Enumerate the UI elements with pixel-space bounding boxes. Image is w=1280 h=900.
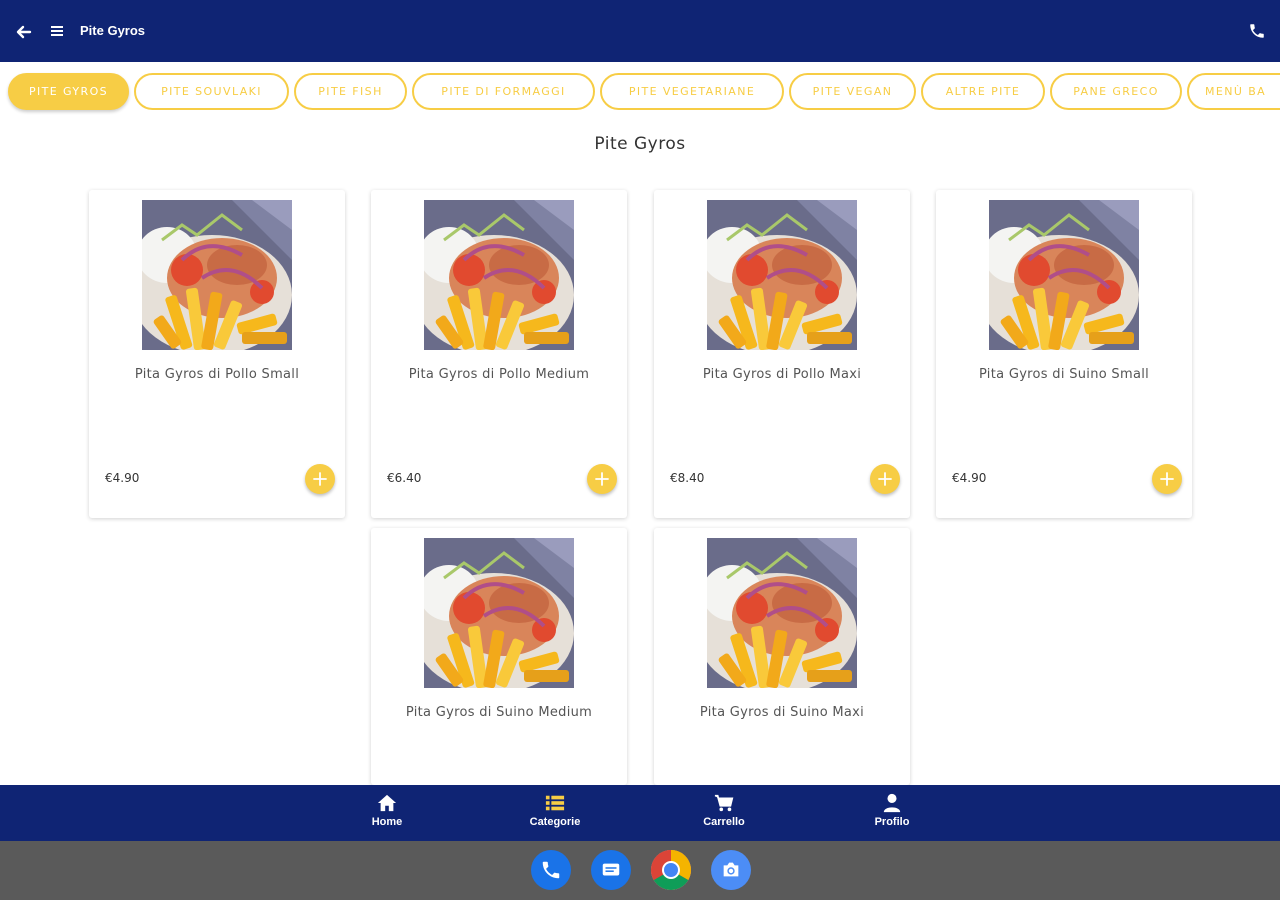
chrome-glyph-icon: [651, 850, 691, 890]
product-image: [707, 538, 857, 688]
nav-item-profilo[interactable]: Profilo: [842, 793, 942, 837]
product-card[interactable]: Pita Gyros di Suino Maxi: [654, 528, 910, 785]
category-chip-pite-souvlaki[interactable]: PITE SOUVLAKI: [134, 73, 289, 110]
home-icon: [377, 794, 397, 812]
category-chip-pite-fish[interactable]: PITE FISH: [294, 73, 407, 110]
product-name: Pita Gyros di Pollo Small: [134, 367, 300, 382]
cart-icon: [714, 794, 734, 812]
message-glyph-icon: [602, 863, 620, 876]
product-image: [424, 200, 574, 350]
product-card[interactable]: Pita Gyros di Suino Medium: [371, 528, 627, 785]
product-price: €4.90: [105, 471, 140, 485]
phone-icon[interactable]: [1248, 22, 1266, 40]
product-name: Pita Gyros di Suino Medium: [405, 705, 593, 720]
category-chip-pane-greco[interactable]: PANE GRECO: [1050, 73, 1182, 110]
product-name: Pita Gyros di Pollo Medium: [408, 367, 590, 382]
chrome-app-icon[interactable]: [651, 850, 691, 890]
person-icon: [883, 793, 901, 813]
product-name: Pita Gyros di Suino Small: [978, 367, 1150, 382]
add-to-cart-button[interactable]: [1152, 464, 1182, 494]
category-chip-menu-ba[interactable]: MENÙ BA: [1187, 73, 1280, 110]
product-card[interactable]: Pita Gyros di Pollo Medium €6.40: [371, 190, 627, 518]
category-chip-bar[interactable]: PITE GYROS PITE SOUVLAKI PITE FISH PITE …: [0, 66, 1280, 116]
product-image: [142, 200, 292, 350]
category-chip-pite-vegetariane[interactable]: PITE VEGETARIANE: [600, 73, 784, 110]
product-price: €6.40: [387, 471, 422, 485]
list-icon: [545, 795, 565, 811]
product-name: Pita Gyros di Pollo Maxi: [702, 367, 862, 382]
system-dock: [0, 841, 1280, 900]
phone-app-icon[interactable]: [531, 850, 571, 890]
category-chip-altre-pite[interactable]: ALTRE PITE: [921, 73, 1045, 110]
product-image: [424, 538, 574, 688]
add-to-cart-button[interactable]: [870, 464, 900, 494]
product-card[interactable]: Pita Gyros di Pollo Maxi €8.40: [654, 190, 910, 518]
add-to-cart-button[interactable]: [587, 464, 617, 494]
nav-item-carrello[interactable]: Carrello: [674, 793, 774, 837]
category-chip-pite-vegan[interactable]: PITE VEGAN: [789, 73, 916, 110]
category-chip-pite-gyros[interactable]: PITE GYROS: [8, 73, 129, 110]
plus-icon: [313, 472, 327, 486]
bottom-navigation: Home Categorie Carrello Profilo: [0, 785, 1280, 841]
product-price: €8.40: [670, 471, 705, 485]
nav-label: Carrello: [703, 816, 745, 828]
nav-item-home[interactable]: Home: [337, 793, 437, 837]
section-title: Pite Gyros: [594, 134, 686, 154]
product-card[interactable]: Pita Gyros di Pollo Small €4.90: [89, 190, 345, 518]
top-app-bar: Pite Gyros: [0, 0, 1280, 62]
arrow-back-icon[interactable]: [14, 22, 34, 42]
product-name: Pita Gyros di Suino Maxi: [699, 705, 865, 720]
nav-item-categorie[interactable]: Categorie: [505, 793, 605, 837]
hamburger-menu-icon[interactable]: [48, 22, 66, 40]
nav-label: Home: [371, 816, 403, 828]
camera-glyph-icon: [723, 862, 739, 877]
page-title: Pite Gyros: [80, 23, 146, 38]
nav-label: Categorie: [529, 816, 581, 828]
plus-icon: [878, 472, 892, 486]
phone-glyph-icon: [542, 861, 560, 879]
add-to-cart-button[interactable]: [305, 464, 335, 494]
product-price: €4.90: [952, 471, 987, 485]
product-image: [989, 200, 1139, 350]
category-chip-pite-di-formaggi[interactable]: PITE DI FORMAGGI: [412, 73, 595, 110]
product-image: [707, 200, 857, 350]
plus-icon: [595, 472, 609, 486]
camera-app-icon[interactable]: [711, 850, 751, 890]
nav-label: Profilo: [874, 816, 910, 828]
product-card[interactable]: Pita Gyros di Suino Small €4.90: [936, 190, 1192, 518]
plus-icon: [1160, 472, 1174, 486]
app-root: Pite Gyros PITE GYROS PITE SOUVLAKI PITE…: [0, 0, 1280, 900]
messages-app-icon[interactable]: [591, 850, 631, 890]
